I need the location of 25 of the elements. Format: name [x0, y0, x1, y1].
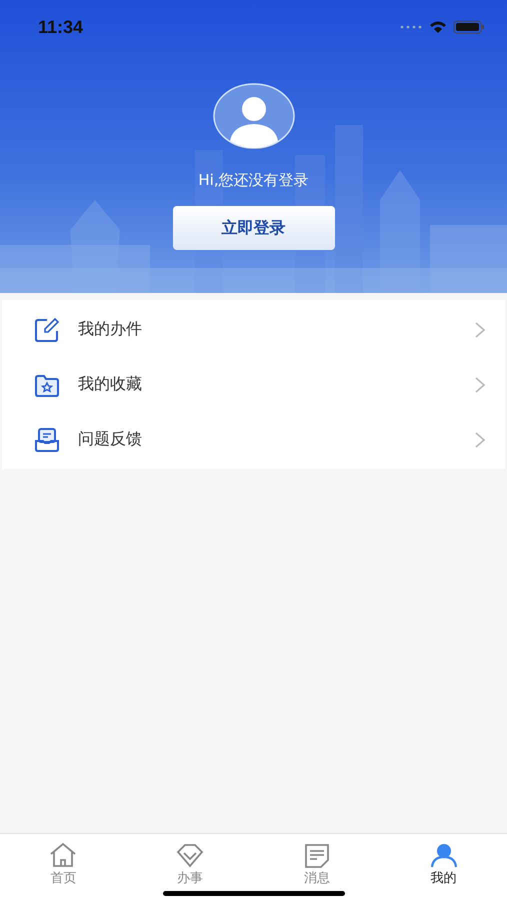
wifi-icon: [429, 20, 447, 34]
avatar-icon: [212, 83, 294, 149]
menu-label: 我的收藏: [78, 374, 143, 395]
menu-label: 问题反馈: [78, 429, 143, 450]
chevron-right-icon: [475, 432, 485, 448]
message-tray-icon: [34, 426, 60, 452]
menu-item[interactable]: 问题反馈: [2, 412, 505, 467]
status-time: 11:34: [38, 16, 84, 38]
tab-item[interactable]: 我的: [380, 834, 507, 900]
tab-item[interactable]: 首页: [0, 834, 127, 900]
menu-label: 我的办件: [78, 319, 143, 340]
menu-item[interactable]: 我的办件: [2, 302, 505, 357]
person-icon: [428, 842, 459, 868]
chevron-right-icon: [475, 376, 485, 392]
tab-item[interactable]: 消息: [254, 834, 380, 900]
tab-item[interactable]: 办事: [126, 834, 254, 900]
login-button[interactable]: 立即登录: [172, 206, 334, 250]
battery-icon: [453, 20, 485, 34]
edit-icon: [34, 316, 60, 342]
house-icon: [48, 842, 78, 868]
signal-icon: [399, 24, 423, 30]
menu-item[interactable]: 我的收藏: [2, 357, 505, 412]
greeting-text: Hi,您还没有登录: [198, 171, 309, 190]
diamond-icon: [175, 842, 206, 868]
chevron-right-icon: [475, 322, 485, 338]
